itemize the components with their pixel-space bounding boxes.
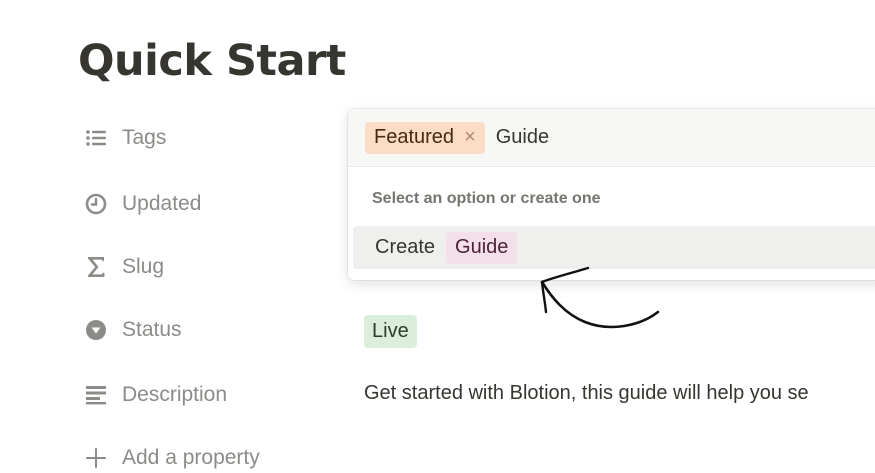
clock-icon [84, 192, 108, 216]
add-property-label: Add a property [122, 446, 260, 469]
typed-text[interactable]: Guide [496, 126, 549, 149]
property-description[interactable]: Description [84, 379, 227, 411]
text-lines-icon [84, 383, 108, 407]
tags-dropdown: Featured × Guide Select an option or cre… [348, 109, 875, 280]
description-value[interactable]: Get started with Blotion, this guide wil… [364, 382, 875, 405]
property-label-tags: Tags [122, 126, 167, 149]
page-title[interactable]: Quick Start [78, 36, 346, 86]
hand-drawn-arrow-icon [540, 266, 660, 329]
property-slug[interactable]: Slug [84, 251, 164, 283]
selected-tag-label: Featured [374, 126, 455, 148]
status-icon [84, 318, 108, 342]
property-label-status: Status [122, 318, 182, 341]
property-updated[interactable]: Updated [84, 188, 201, 220]
create-label: Create [375, 236, 436, 258]
property-tags[interactable]: Tags [84, 122, 166, 154]
selected-tag-featured[interactable]: Featured × [365, 121, 485, 154]
remove-tag-icon[interactable]: × [464, 126, 476, 149]
status-badge[interactable]: Live [364, 315, 417, 348]
add-property-button[interactable]: Add a property [84, 442, 260, 473]
plus-icon [84, 446, 108, 470]
property-status[interactable]: Status [84, 314, 182, 346]
list-icon [84, 126, 108, 150]
tags-search-input[interactable]: Featured × Guide [348, 109, 875, 167]
dropdown-hint: Select an option or create one [372, 190, 601, 207]
property-label-description: Description [122, 383, 228, 406]
sigma-icon [84, 255, 108, 279]
new-tag-guide: Guide [446, 231, 518, 264]
property-label-updated: Updated [122, 192, 202, 215]
property-label-slug: Slug [122, 255, 165, 278]
